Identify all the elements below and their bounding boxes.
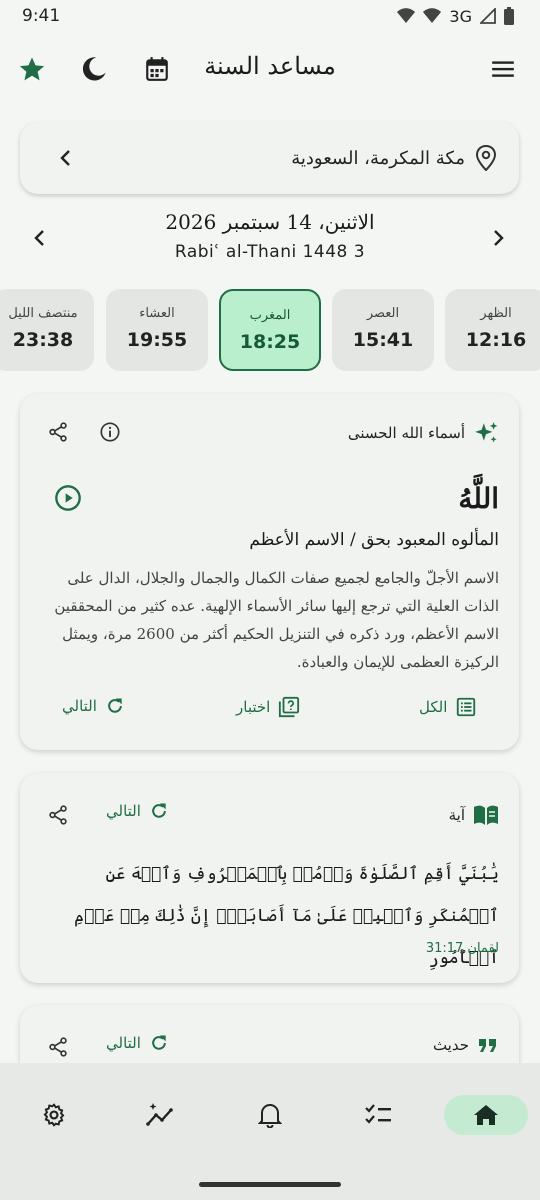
all-names-button[interactable]: الكل — [419, 696, 477, 718]
card-title-text: آية — [448, 806, 465, 824]
favorites-star-icon[interactable] — [15, 52, 49, 86]
next-day-button[interactable] — [486, 226, 510, 250]
prayer-time: 18:25 — [239, 331, 301, 353]
quiz-icon — [279, 696, 300, 718]
home-icon — [474, 1105, 498, 1125]
menu-icon[interactable] — [486, 52, 520, 86]
play-audio-button[interactable] — [54, 484, 82, 512]
share-icon — [49, 1037, 67, 1057]
prayer-name: المغرب — [249, 308, 291, 323]
bottom-navigation — [0, 1063, 540, 1200]
location-label: مكة المكرمة، السعودية — [291, 147, 465, 169]
prayer-time: 23:38 — [12, 329, 74, 351]
status-bar: 9:41 3G — [0, 0, 540, 32]
card-header: التالي حديث — [44, 1033, 499, 1063]
next-ayah-button[interactable]: التالي — [106, 801, 169, 821]
next-hadith-button[interactable]: التالي — [106, 1033, 169, 1053]
chevron-right-icon — [494, 230, 504, 246]
prayer-times-strip[interactable]: منتصف الليل 23:38 العشاء 19:55 المغرب 18… — [0, 289, 540, 373]
all-label: الكل — [419, 698, 448, 716]
refresh-icon — [108, 698, 122, 713]
next-label: التالي — [62, 697, 97, 715]
card-title-text: حديث — [432, 1036, 469, 1054]
prayer-card-maghrib[interactable]: المغرب 18:25 — [219, 289, 321, 371]
sparkles-icon — [475, 422, 498, 443]
signal-icon — [480, 8, 496, 24]
play-circle-icon — [55, 485, 81, 511]
prayer-time: 19:55 — [126, 329, 188, 351]
next-label: التالي — [106, 1034, 141, 1052]
nav-home[interactable] — [444, 1095, 528, 1135]
app-title: مساعد السنة — [204, 52, 336, 80]
status-icons: 3G — [397, 7, 514, 26]
divine-name: اللَّهُ — [458, 482, 499, 515]
card-title: أسماء الله الحسنى — [348, 420, 499, 446]
settings-gear-icon — [43, 1103, 65, 1127]
network-type: 3G — [449, 6, 472, 26]
sparkle-chart-icon — [146, 1103, 173, 1126]
chevron-left-icon — [60, 150, 70, 166]
card-header: التالي آية — [44, 801, 499, 831]
prayer-card-midnight[interactable]: منتصف الليل 23:38 — [0, 289, 94, 371]
ayah-card: التالي آية يَٰبُنَيَّ أَقِمِ ٱلصَّلَوٰةَ… — [20, 773, 519, 983]
card-title: آية — [449, 803, 499, 827]
prayer-card-dhuhr[interactable]: الظهر 12:16 — [445, 289, 540, 371]
previous-day-button[interactable] — [28, 226, 52, 250]
top-app-bar: مساعد السنة — [0, 44, 540, 94]
status-time: 9:41 — [22, 6, 61, 26]
location-pin-icon — [475, 145, 497, 171]
prayer-time: 15:41 — [352, 329, 414, 351]
wifi-icon — [423, 8, 442, 23]
info-button[interactable] — [96, 418, 124, 446]
wifi-icon — [397, 8, 416, 23]
prayer-name: العشاء — [139, 306, 175, 321]
card-title-text: أسماء الله الحسنى — [347, 424, 465, 442]
quiz-button[interactable]: اختبار — [236, 696, 300, 718]
dark-mode-moon-icon[interactable] — [77, 52, 111, 86]
next-label: التالي — [106, 802, 141, 820]
share-button[interactable] — [44, 418, 72, 446]
gesture-home-indicator[interactable] — [199, 1182, 341, 1187]
info-icon — [100, 422, 120, 442]
share-icon — [49, 805, 67, 825]
share-button[interactable] — [44, 1033, 72, 1061]
card-actions: التالي اختبار الكل — [40, 696, 499, 726]
list-icon — [457, 697, 476, 717]
calendar-icon[interactable] — [140, 52, 174, 86]
nav-stats[interactable] — [119, 1095, 203, 1135]
bell-icon — [258, 1104, 282, 1128]
ayah-text: يَٰبُنَيَّ أَقِمِ ٱلصَّلَوٰةَ وَأۡمُرۡ ب… — [74, 864, 499, 968]
prayer-card-isha[interactable]: العشاء 19:55 — [106, 289, 208, 371]
prayer-name: العصر — [366, 306, 400, 321]
prayer-name: منتصف الليل — [8, 306, 78, 321]
checklist-icon — [365, 1104, 391, 1124]
book-icon — [474, 805, 498, 825]
names-of-allah-card: أسماء الله الحسنى اللَّهُ المألوه المعبو… — [20, 394, 519, 750]
name-meaning: المألوه المعبود بحق / الاسم الأعظم — [249, 530, 499, 550]
gregorian-date: الاثنين، 14 سبتمبر 2026 — [165, 210, 375, 234]
quote-icon — [479, 1039, 496, 1052]
nav-settings[interactable] — [12, 1095, 96, 1135]
ayah-reference: لقمان 31:17 — [425, 941, 499, 956]
chevron-left-icon — [34, 230, 44, 246]
next-name-button[interactable]: التالي — [62, 696, 125, 716]
refresh-icon — [152, 1035, 166, 1050]
nav-notifications[interactable] — [228, 1095, 312, 1135]
card-header: أسماء الله الحسنى — [44, 418, 499, 448]
location-selector[interactable]: مكة المكرمة، السعودية — [20, 122, 519, 194]
quiz-label: اختبار — [236, 698, 271, 716]
hijri-date: Rabiʿ al-Thani 1448 3 — [174, 242, 366, 262]
share-icon — [49, 422, 67, 442]
battery-icon — [504, 7, 514, 25]
name-description: الاسم الأجلّ والجامع لجميع صفات الكمال و… — [54, 569, 499, 671]
share-button[interactable] — [44, 801, 72, 829]
date-navigator: الاثنين، 14 سبتمبر 2026 Rabiʿ al-Thani 1… — [0, 206, 540, 266]
location-display: مكة المكرمة، السعودية — [291, 145, 497, 171]
prayer-card-asr[interactable]: العصر 15:41 — [332, 289, 434, 371]
refresh-icon — [152, 803, 166, 818]
nav-tasks[interactable] — [336, 1095, 420, 1135]
prayer-time: 12:16 — [465, 329, 527, 351]
prayer-name: الظهر — [480, 306, 512, 321]
card-title: حديث — [433, 1035, 499, 1055]
